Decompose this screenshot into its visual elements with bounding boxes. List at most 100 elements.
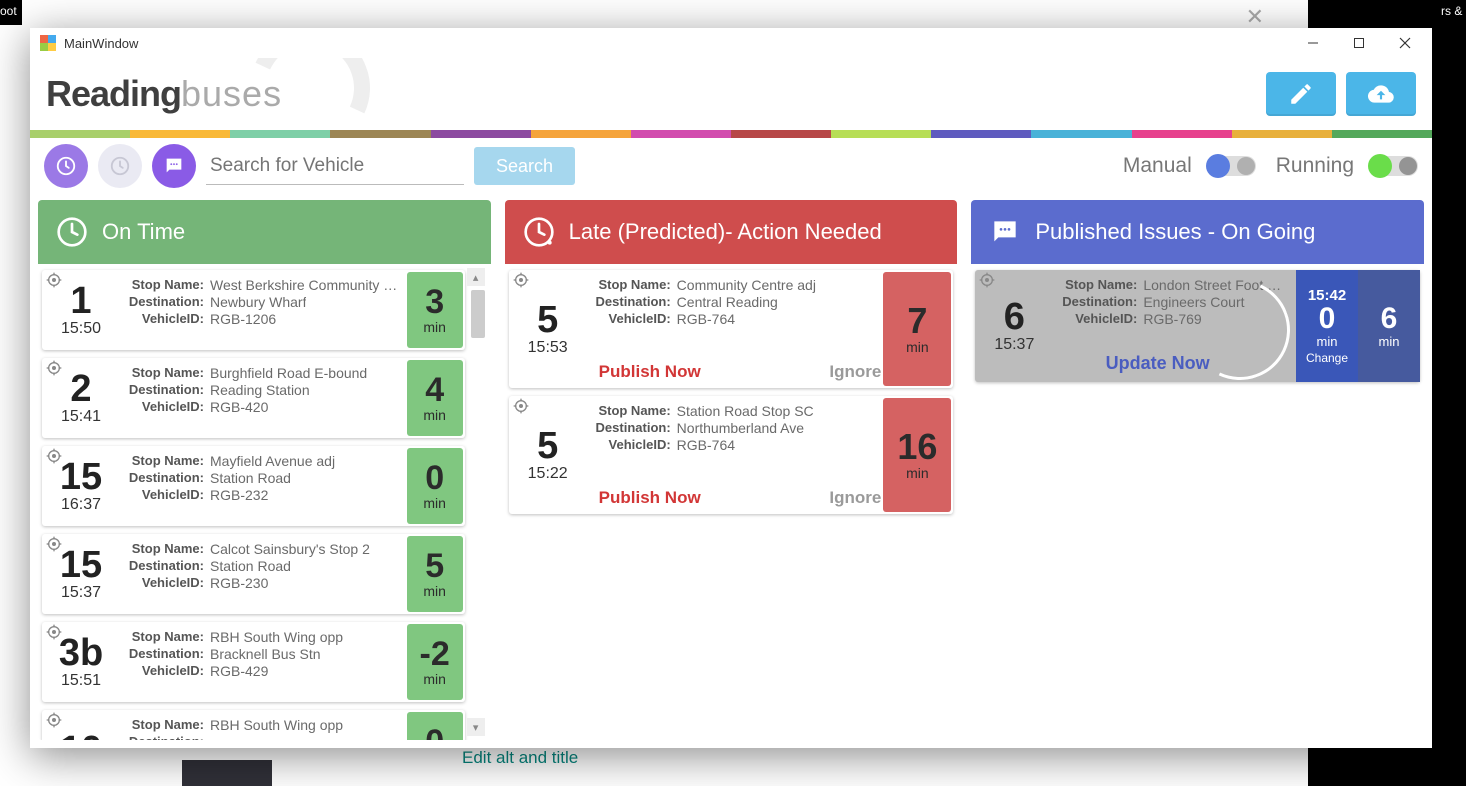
scrollbar-thumb[interactable] <box>471 290 485 338</box>
change-badge: 15:42 0 min Change <box>1296 270 1358 382</box>
locate-icon[interactable] <box>979 272 995 288</box>
route-number: 2 <box>70 370 91 408</box>
published-card[interactable]: 6 15:37 Stop Name:London Street Foot S-b… <box>975 270 1420 382</box>
vehicle-value: RGB-230 <box>210 575 268 591</box>
badge-number: 0 <box>1319 304 1336 334</box>
close-button[interactable] <box>1382 28 1428 58</box>
locate-icon[interactable] <box>46 536 62 552</box>
badge-unit: min <box>1317 334 1338 349</box>
dest-label: Destination: <box>589 294 671 310</box>
cloud-upload-icon <box>1368 81 1394 107</box>
dest-value: Bracknell Bus Stn <box>210 646 321 662</box>
locate-icon[interactable] <box>46 624 62 640</box>
running-toggle[interactable] <box>1370 156 1418 176</box>
search-input[interactable] <box>206 147 464 185</box>
ontime-title: On Time <box>102 219 185 245</box>
locate-icon[interactable] <box>46 360 62 376</box>
vehicle-label: VehicleID: <box>122 575 204 591</box>
published-list: 6 15:37 Stop Name:London Street Foot S-b… <box>971 264 1424 740</box>
upload-button[interactable] <box>1346 72 1416 116</box>
minutes-value: 4 <box>425 373 444 407</box>
ontime-list[interactable]: 1 15:50 Stop Name:West Berkshire Communi… <box>38 264 491 740</box>
minutes-value: 0 <box>425 461 444 495</box>
publish-now-button[interactable]: Publish Now <box>599 488 701 508</box>
locate-icon[interactable] <box>46 272 62 288</box>
vehicle-label: VehicleID: <box>122 663 204 679</box>
vehicle-value: RGB-232 <box>210 487 268 503</box>
maximize-button[interactable] <box>1336 28 1382 58</box>
clock-filter-disabled-button[interactable] <box>98 144 142 188</box>
ontime-header: On Time <box>38 200 491 264</box>
minimize-button[interactable] <box>1290 28 1336 58</box>
minutes-badge: 5 min <box>407 536 463 612</box>
dest-label: Destination: <box>589 420 671 436</box>
route-time: 16:37 <box>61 496 101 514</box>
delay-badge: 6 min <box>1358 270 1420 382</box>
late-card[interactable]: 5 15:53 Stop Name:Community Centre adj D… <box>509 270 954 388</box>
route-number: 5 <box>537 427 558 465</box>
minutes-unit: min <box>906 465 929 481</box>
route-number: 1 <box>70 282 91 320</box>
vehicle-label: VehicleID: <box>122 487 204 503</box>
card-info: Stop Name:RBH South Wing opp Destination… <box>120 622 405 702</box>
minutes-value: 7 <box>907 303 927 339</box>
dest-value: Station Road <box>210 558 291 574</box>
messages-filter-button[interactable] <box>152 144 196 188</box>
window-title: MainWindow <box>64 36 1290 51</box>
route-time: 15:22 <box>528 465 568 483</box>
update-now-button[interactable]: Update Now <box>1035 353 1280 374</box>
clock-filter-button[interactable] <box>44 144 88 188</box>
minutes-unit: min <box>423 319 446 335</box>
minutes-badge: 3 min <box>407 272 463 348</box>
main-window: MainWindow Readingbuses Search Manual Ru… <box>30 28 1432 748</box>
stop-value: West Berkshire Community Hospital <box>210 277 399 293</box>
scroll-up-button[interactable]: ▴ <box>467 268 485 286</box>
dest-label: Destination: <box>122 382 204 398</box>
minutes-badge: 0 min <box>407 712 463 740</box>
edit-button[interactable] <box>1266 72 1336 116</box>
minutes-unit: min <box>423 407 446 423</box>
ontime-card[interactable]: 15 15:37 Stop Name:Calcot Sainsbury's St… <box>42 534 465 614</box>
ignore-button[interactable]: Ignore <box>829 362 881 382</box>
badge-number: 6 <box>1381 304 1398 334</box>
dest-value: Northumberland Ave <box>677 420 804 436</box>
scroll-down-button[interactable]: ▾ <box>467 718 485 736</box>
minutes-badge: 16 min <box>883 398 951 512</box>
locate-icon[interactable] <box>513 272 529 288</box>
locate-icon[interactable] <box>513 398 529 414</box>
minutes-unit: min <box>906 339 929 355</box>
pencil-icon <box>1288 81 1314 107</box>
chat-icon <box>163 155 185 177</box>
stop-label: Stop Name: <box>589 277 671 293</box>
stop-label: Stop Name: <box>122 629 204 645</box>
ontime-card[interactable]: 3b 15:51 Stop Name:RBH South Wing opp De… <box>42 622 465 702</box>
backdrop-close-icon[interactable]: ✕ <box>1246 4 1264 30</box>
rainbow-divider <box>30 130 1432 138</box>
late-card[interactable]: 5 15:22 Stop Name:Station Road Stop SC D… <box>509 396 954 514</box>
manual-toggle[interactable] <box>1208 156 1256 176</box>
ignore-button[interactable]: Ignore <box>829 488 881 508</box>
ontime-card[interactable]: 1 15:50 Stop Name:West Berkshire Communi… <box>42 270 465 350</box>
dest-label: Destination: <box>122 646 204 662</box>
ontime-card[interactable]: 10 Stop Name:RBH South Wing opp Destinat… <box>42 710 465 740</box>
ontime-card[interactable]: 2 15:41 Stop Name:Burghfield Road E-boun… <box>42 358 465 438</box>
locate-icon[interactable] <box>46 712 62 728</box>
backdrop-edit-link[interactable]: Edit alt and title <box>462 748 578 768</box>
dest-value: Newbury Wharf <box>210 294 306 310</box>
card-info: Stop Name:RBH South Wing opp Destination… <box>120 710 405 740</box>
publish-now-button[interactable]: Publish Now <box>599 362 701 382</box>
minutes-value: -2 <box>420 637 450 671</box>
backdrop-thumb <box>182 760 272 786</box>
locate-icon[interactable] <box>46 448 62 464</box>
stop-label: Stop Name: <box>122 541 204 557</box>
ontime-card[interactable]: 15 16:37 Stop Name:Mayfield Avenue adj D… <box>42 446 465 526</box>
vehicle-value: RGB-429 <box>210 663 268 679</box>
stop-value: Calcot Sainsbury's Stop 2 <box>210 541 370 557</box>
route-time: 15:37 <box>61 584 101 602</box>
published-column: Published Issues - On Going 6 15:37 Stop… <box>971 200 1424 740</box>
stop-value: Station Road Stop SC <box>677 403 814 419</box>
late-list: 5 15:53 Stop Name:Community Centre adj D… <box>505 264 958 740</box>
search-button[interactable]: Search <box>474 147 575 185</box>
chat-icon <box>989 216 1021 248</box>
late-title: Late (Predicted)- Action Needed <box>569 219 882 245</box>
